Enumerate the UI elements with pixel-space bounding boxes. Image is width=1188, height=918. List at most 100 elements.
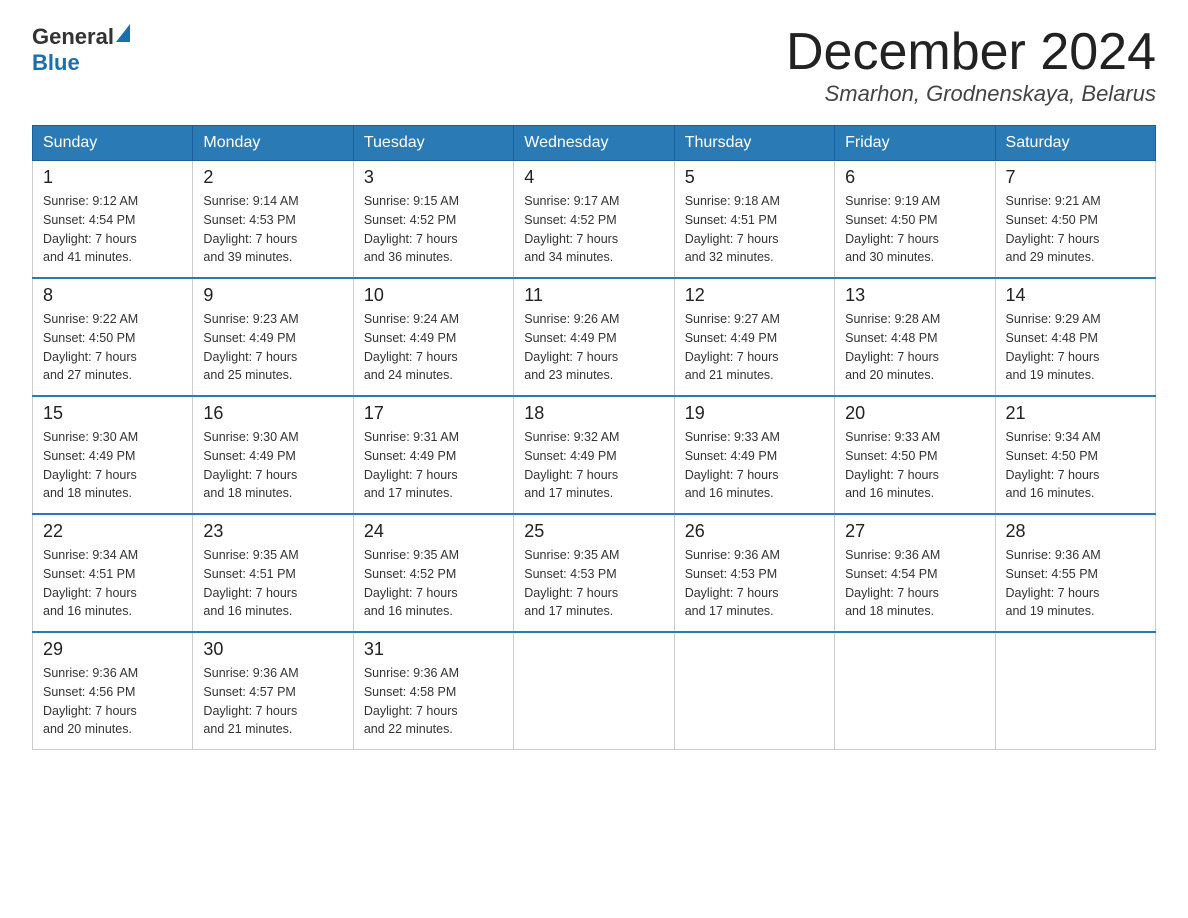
day-info: Sunrise: 9:23 AMSunset: 4:49 PMDaylight:…: [203, 310, 342, 385]
calendar-day-cell: 7 Sunrise: 9:21 AMSunset: 4:50 PMDaylight…: [995, 161, 1155, 279]
calendar-day-cell: [514, 632, 674, 750]
calendar-day-cell: [835, 632, 995, 750]
day-info: Sunrise: 9:24 AMSunset: 4:49 PMDaylight:…: [364, 310, 503, 385]
page-header: General Blue December 2024 Smarhon, Grod…: [32, 24, 1156, 107]
calendar-day-cell: 13 Sunrise: 9:28 AMSunset: 4:48 PMDayligh…: [835, 278, 995, 396]
calendar-day-cell: 28 Sunrise: 9:36 AMSunset: 4:55 PMDayligh…: [995, 514, 1155, 632]
day-info: Sunrise: 9:26 AMSunset: 4:49 PMDaylight:…: [524, 310, 663, 385]
calendar-day-cell: 26 Sunrise: 9:36 AMSunset: 4:53 PMDayligh…: [674, 514, 834, 632]
calendar-day-cell: 23 Sunrise: 9:35 AMSunset: 4:51 PMDayligh…: [193, 514, 353, 632]
calendar-day-cell: 9 Sunrise: 9:23 AMSunset: 4:49 PMDaylight…: [193, 278, 353, 396]
calendar-day-cell: 10Sunrise: 9:24 AMSunset: 4:49 PMDayligh…: [353, 278, 513, 396]
calendar-week-row: 22Sunrise: 9:34 AMSunset: 4:51 PMDayligh…: [33, 514, 1156, 632]
day-info: Sunrise: 9:35 AMSunset: 4:53 PMDaylight:…: [524, 546, 663, 621]
calendar-day-cell: 24Sunrise: 9:35 AMSunset: 4:52 PMDayligh…: [353, 514, 513, 632]
day-info: Sunrise: 9:29 AMSunset: 4:48 PMDaylight:…: [1006, 310, 1145, 385]
day-info: Sunrise: 9:18 AMSunset: 4:51 PMDaylight:…: [685, 192, 824, 267]
day-number: 12: [685, 285, 824, 306]
day-info: Sunrise: 9:36 AMSunset: 4:56 PMDaylight:…: [43, 664, 182, 739]
day-info: Sunrise: 9:34 AMSunset: 4:50 PMDaylight:…: [1006, 428, 1145, 503]
day-number: 9: [203, 285, 342, 306]
calendar-title-section: December 2024 Smarhon, Grodnenskaya, Bel…: [786, 24, 1156, 107]
day-info: Sunrise: 9:27 AMSunset: 4:49 PMDaylight:…: [685, 310, 824, 385]
day-number: 15: [43, 403, 182, 424]
day-info: Sunrise: 9:12 AMSunset: 4:54 PMDaylight:…: [43, 192, 182, 267]
calendar-day-cell: 18 Sunrise: 9:32 AMSunset: 4:49 PMDayligh…: [514, 396, 674, 514]
calendar-day-cell: 2 Sunrise: 9:14 AMSunset: 4:53 PMDaylight…: [193, 161, 353, 279]
day-info: Sunrise: 9:19 AMSunset: 4:50 PMDaylight:…: [845, 192, 984, 267]
calendar-day-cell: [995, 632, 1155, 750]
day-number: 20: [845, 403, 984, 424]
day-info: Sunrise: 9:14 AMSunset: 4:53 PMDaylight:…: [203, 192, 342, 267]
logo-general-text: General: [32, 24, 114, 50]
day-number: 14: [1006, 285, 1145, 306]
calendar-week-row: 8Sunrise: 9:22 AMSunset: 4:50 PMDaylight…: [33, 278, 1156, 396]
calendar-week-row: 1 Sunrise: 9:12 AMSunset: 4:54 PMDaylight…: [33, 161, 1156, 279]
calendar-week-row: 15 Sunrise: 9:30 AMSunset: 4:49 PMDayligh…: [33, 396, 1156, 514]
day-info: Sunrise: 9:15 AMSunset: 4:52 PMDaylight:…: [364, 192, 503, 267]
month-title: December 2024: [786, 24, 1156, 81]
day-number: 21: [1006, 403, 1145, 424]
day-info: Sunrise: 9:36 AMSunset: 4:53 PMDaylight:…: [685, 546, 824, 621]
day-number: 2: [203, 167, 342, 188]
day-info: Sunrise: 9:32 AMSunset: 4:49 PMDaylight:…: [524, 428, 663, 503]
calendar-day-cell: 6 Sunrise: 9:19 AMSunset: 4:50 PMDaylight…: [835, 161, 995, 279]
location-title: Smarhon, Grodnenskaya, Belarus: [786, 81, 1156, 107]
calendar-day-cell: [674, 632, 834, 750]
day-info: Sunrise: 9:30 AMSunset: 4:49 PMDaylight:…: [43, 428, 182, 503]
day-number: 7: [1006, 167, 1145, 188]
day-number: 25: [524, 521, 663, 542]
logo-blue-text: Blue: [32, 50, 80, 75]
calendar-day-cell: 31 Sunrise: 9:36 AMSunset: 4:58 PMDayligh…: [353, 632, 513, 750]
logo: General Blue: [32, 24, 130, 76]
day-info: Sunrise: 9:33 AMSunset: 4:50 PMDaylight:…: [845, 428, 984, 503]
calendar-day-cell: 17Sunrise: 9:31 AMSunset: 4:49 PMDayligh…: [353, 396, 513, 514]
calendar-day-cell: 1 Sunrise: 9:12 AMSunset: 4:54 PMDaylight…: [33, 161, 193, 279]
calendar-day-cell: 12 Sunrise: 9:27 AMSunset: 4:49 PMDayligh…: [674, 278, 834, 396]
day-info: Sunrise: 9:36 AMSunset: 4:58 PMDaylight:…: [364, 664, 503, 739]
day-number: 13: [845, 285, 984, 306]
calendar-day-cell: 25 Sunrise: 9:35 AMSunset: 4:53 PMDayligh…: [514, 514, 674, 632]
calendar-body: 1 Sunrise: 9:12 AMSunset: 4:54 PMDaylight…: [33, 161, 1156, 750]
weekday-header-wednesday: Wednesday: [514, 126, 674, 161]
weekday-header-monday: Monday: [193, 126, 353, 161]
calendar-day-cell: 14 Sunrise: 9:29 AMSunset: 4:48 PMDayligh…: [995, 278, 1155, 396]
calendar-day-cell: 22Sunrise: 9:34 AMSunset: 4:51 PMDayligh…: [33, 514, 193, 632]
day-number: 23: [203, 521, 342, 542]
day-number: 28: [1006, 521, 1145, 542]
calendar-table: SundayMondayTuesdayWednesdayThursdayFrid…: [32, 125, 1156, 750]
day-info: Sunrise: 9:33 AMSunset: 4:49 PMDaylight:…: [685, 428, 824, 503]
day-number: 3: [364, 167, 503, 188]
day-number: 30: [203, 639, 342, 660]
day-number: 1: [43, 167, 182, 188]
day-info: Sunrise: 9:36 AMSunset: 4:57 PMDaylight:…: [203, 664, 342, 739]
weekday-header-thursday: Thursday: [674, 126, 834, 161]
logo-triangle-icon: [116, 24, 130, 42]
calendar-day-cell: 16Sunrise: 9:30 AMSunset: 4:49 PMDayligh…: [193, 396, 353, 514]
day-info: Sunrise: 9:36 AMSunset: 4:55 PMDaylight:…: [1006, 546, 1145, 621]
calendar-day-cell: 8Sunrise: 9:22 AMSunset: 4:50 PMDaylight…: [33, 278, 193, 396]
day-info: Sunrise: 9:31 AMSunset: 4:49 PMDaylight:…: [364, 428, 503, 503]
calendar-day-cell: 3 Sunrise: 9:15 AMSunset: 4:52 PMDaylight…: [353, 161, 513, 279]
day-info: Sunrise: 9:28 AMSunset: 4:48 PMDaylight:…: [845, 310, 984, 385]
weekday-header-sunday: Sunday: [33, 126, 193, 161]
day-info: Sunrise: 9:34 AMSunset: 4:51 PMDaylight:…: [43, 546, 182, 621]
day-number: 31: [364, 639, 503, 660]
day-info: Sunrise: 9:21 AMSunset: 4:50 PMDaylight:…: [1006, 192, 1145, 267]
day-number: 4: [524, 167, 663, 188]
calendar-week-row: 29Sunrise: 9:36 AMSunset: 4:56 PMDayligh…: [33, 632, 1156, 750]
calendar-day-cell: 21 Sunrise: 9:34 AMSunset: 4:50 PMDayligh…: [995, 396, 1155, 514]
calendar-day-cell: 4Sunrise: 9:17 AMSunset: 4:52 PMDaylight…: [514, 161, 674, 279]
day-number: 11: [524, 285, 663, 306]
weekday-header-tuesday: Tuesday: [353, 126, 513, 161]
day-info: Sunrise: 9:35 AMSunset: 4:52 PMDaylight:…: [364, 546, 503, 621]
calendar-day-cell: 27Sunrise: 9:36 AMSunset: 4:54 PMDayligh…: [835, 514, 995, 632]
day-number: 27: [845, 521, 984, 542]
day-info: Sunrise: 9:35 AMSunset: 4:51 PMDaylight:…: [203, 546, 342, 621]
calendar-day-cell: 15 Sunrise: 9:30 AMSunset: 4:49 PMDayligh…: [33, 396, 193, 514]
day-number: 26: [685, 521, 824, 542]
day-number: 6: [845, 167, 984, 188]
day-number: 16: [203, 403, 342, 424]
day-info: Sunrise: 9:22 AMSunset: 4:50 PMDaylight:…: [43, 310, 182, 385]
day-number: 18: [524, 403, 663, 424]
